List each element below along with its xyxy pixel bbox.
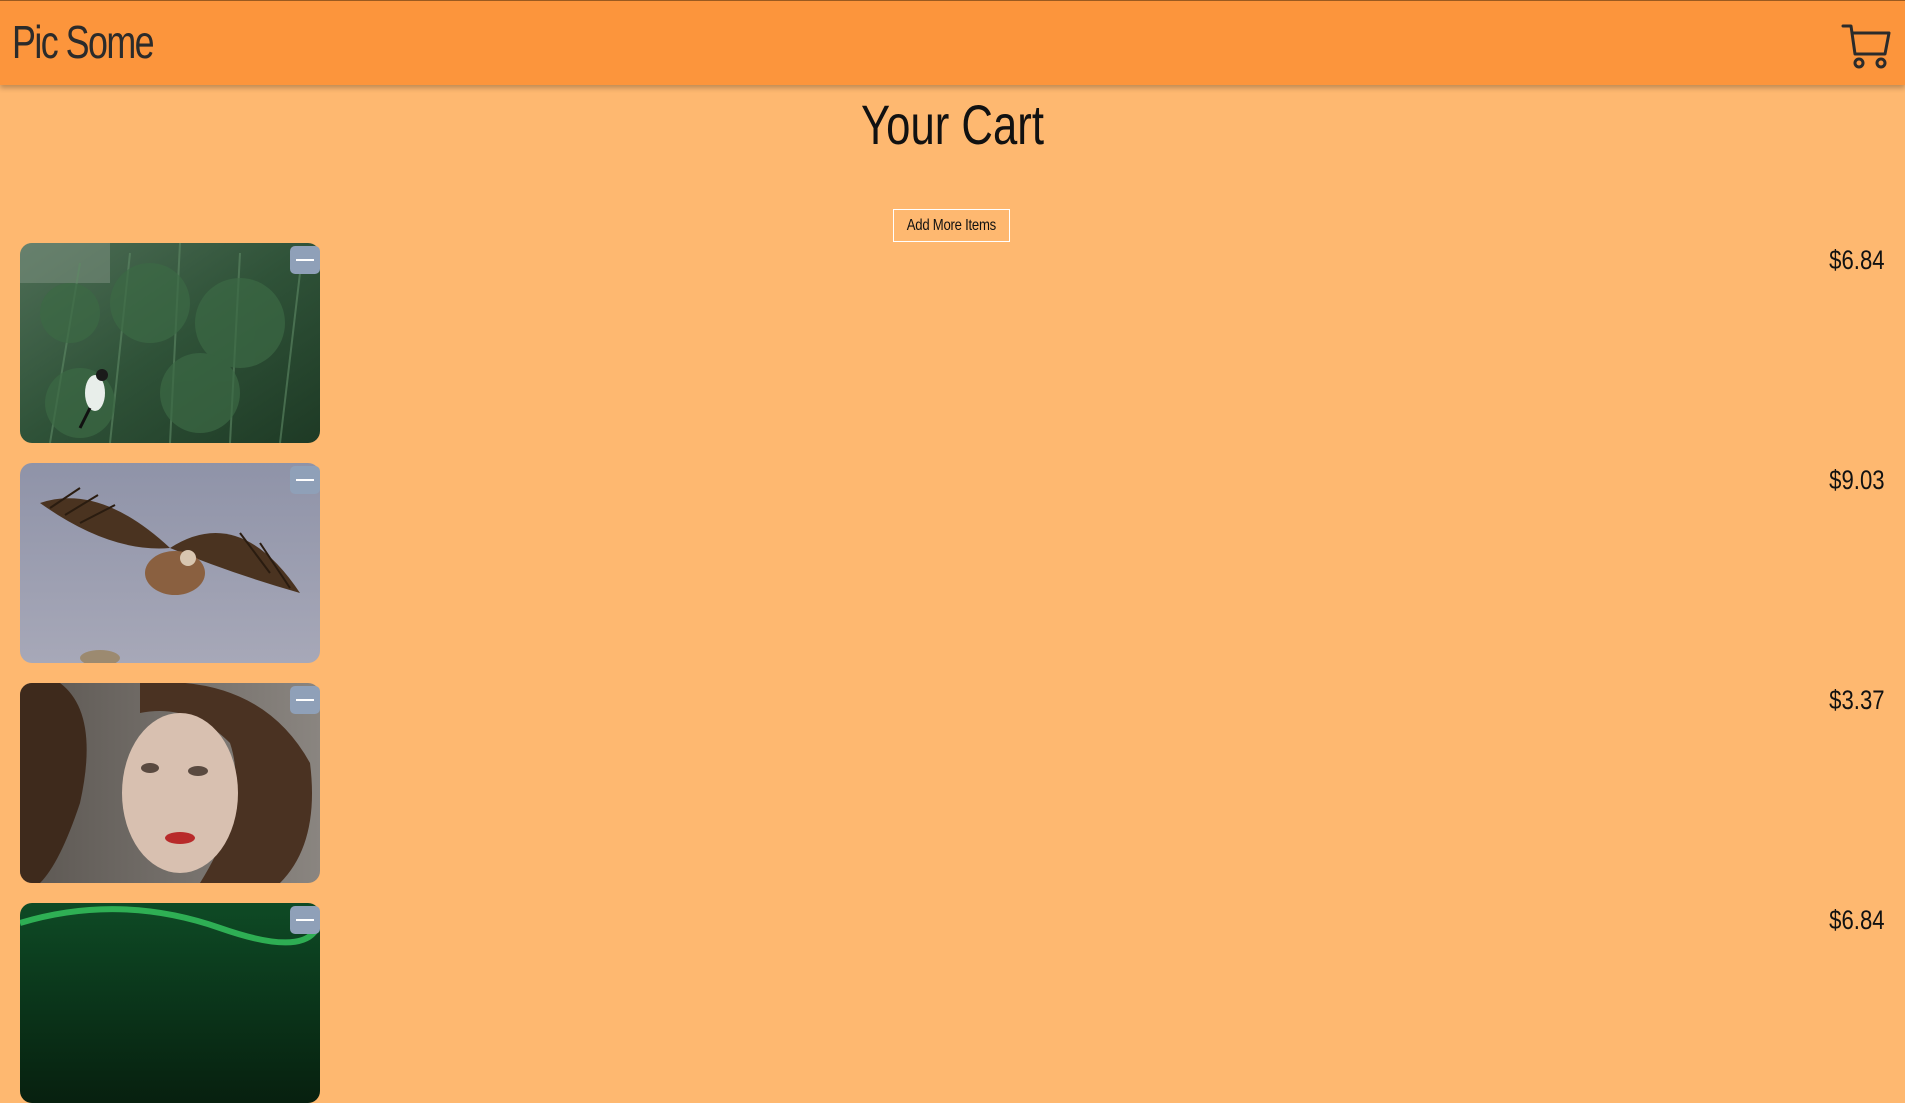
cart-item-image: [20, 903, 320, 1103]
shopping-cart-icon[interactable]: [1841, 21, 1891, 71]
page-title: Your Cart: [861, 93, 1044, 156]
cart-item-image: [20, 463, 320, 663]
add-more-items-label: Add More Items: [906, 216, 997, 234]
add-more-items-button[interactable]: Add More Items: [893, 209, 1010, 242]
item-price: $6.84: [1829, 905, 1885, 935]
remove-item-button[interactable]: [290, 906, 320, 934]
cart-item-image: [20, 243, 320, 443]
remove-item-button[interactable]: [290, 246, 320, 274]
minus-icon: [296, 259, 314, 261]
minus-icon: [296, 699, 314, 701]
brand-logo[interactable]: Pic Some: [12, 15, 155, 69]
minus-icon: [296, 919, 314, 921]
remove-item-button[interactable]: [290, 686, 320, 714]
item-price: $9.03: [1829, 465, 1885, 495]
cart-item-image: [20, 683, 320, 883]
remove-item-button[interactable]: [290, 466, 320, 494]
item-price: $3.37: [1829, 685, 1885, 715]
cart-item: $9.03: [20, 463, 1885, 663]
minus-icon: [296, 479, 314, 481]
cart-item: $6.84: [20, 243, 1885, 443]
item-price: $6.84: [1829, 245, 1885, 275]
cart-item: $3.37: [20, 683, 1885, 883]
cart-item: $6.84: [20, 903, 1885, 1103]
app-header: Pic Some: [0, 0, 1905, 85]
